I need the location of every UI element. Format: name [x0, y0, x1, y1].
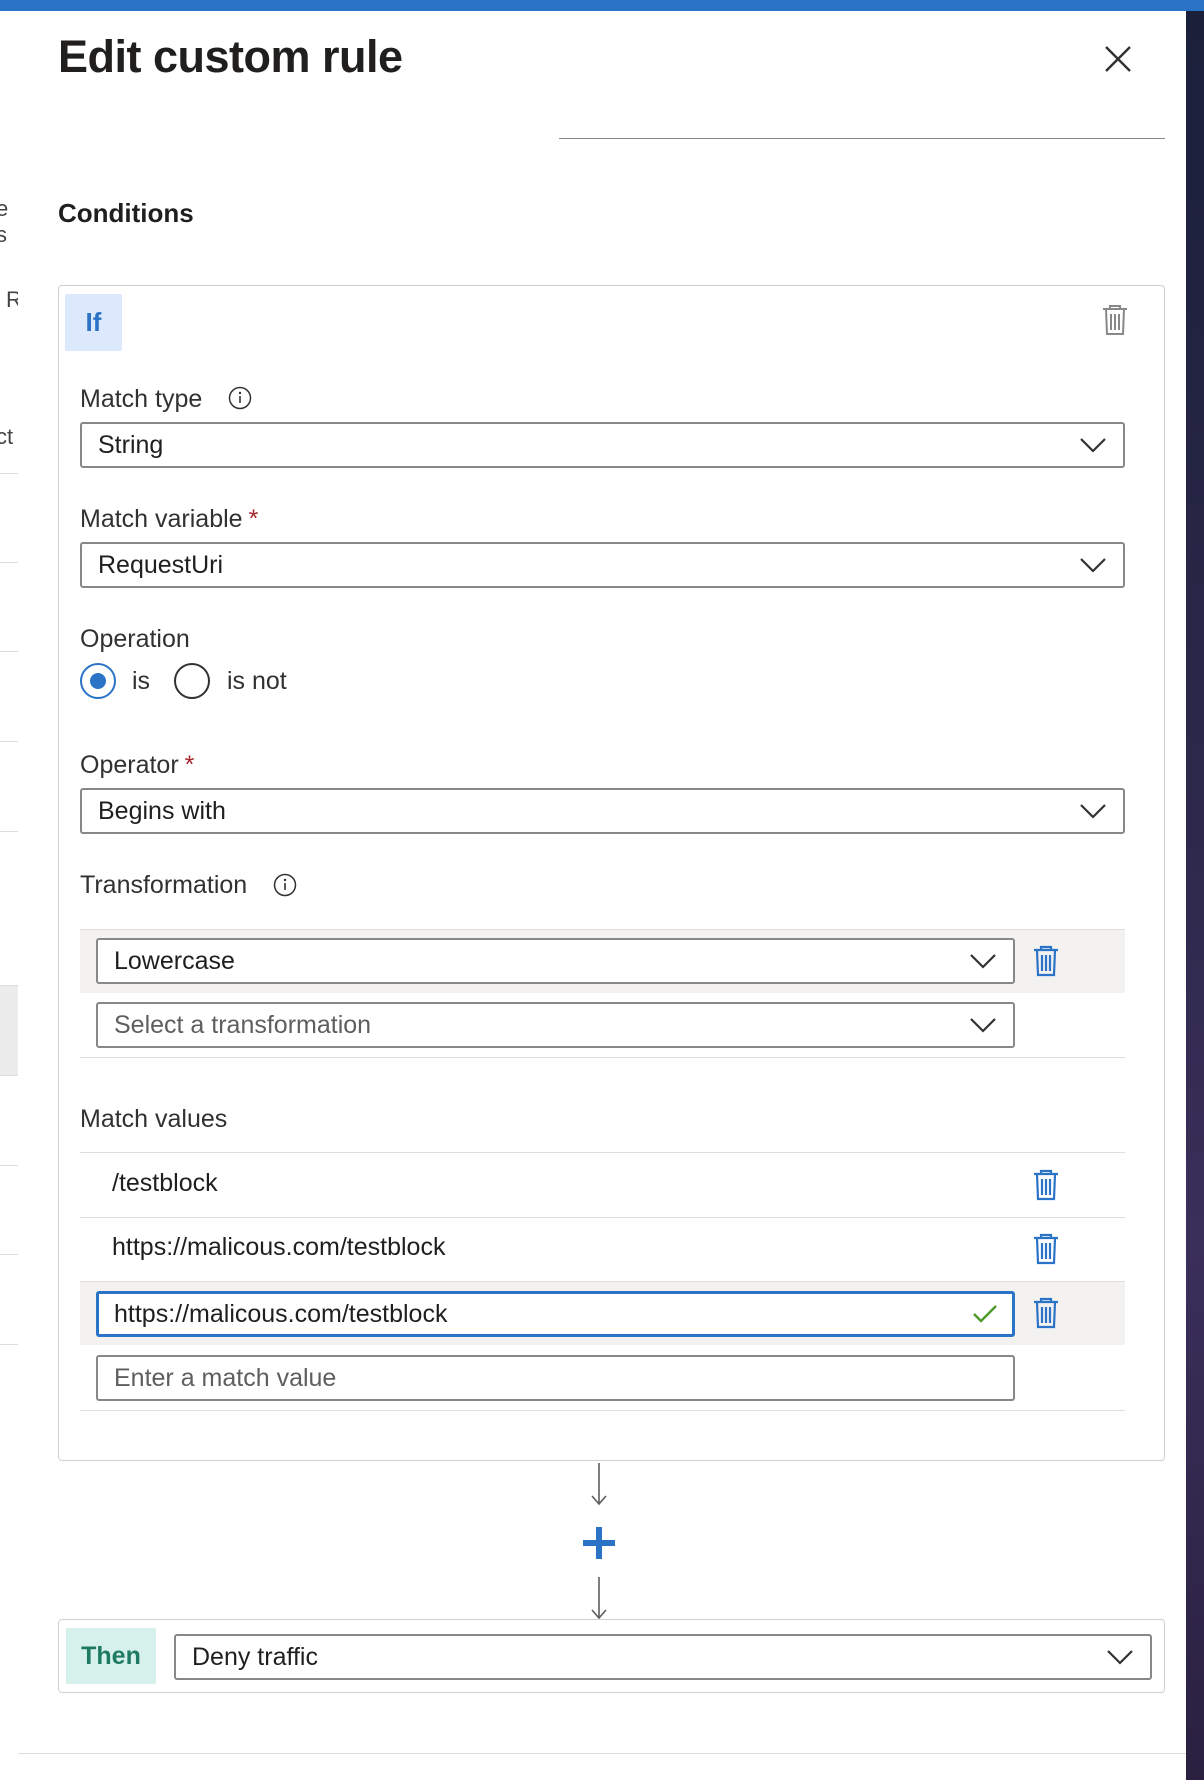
- transformation-placeholder: Select a transformation: [114, 1011, 372, 1039]
- background-divider: [0, 741, 18, 742]
- match-value-item[interactable]: https://malicous.com/testblock: [112, 1233, 445, 1262]
- input-underline: [559, 138, 1165, 139]
- then-badge: Then: [66, 1628, 156, 1684]
- divider: [80, 1281, 1125, 1282]
- delete-match-value-trash-icon[interactable]: [1031, 1232, 1061, 1266]
- background-text-fragment: ct: [0, 424, 14, 449]
- background-text-fragment: R: [6, 287, 18, 312]
- match-value-input-text: https://malicous.com/testblock: [114, 1300, 448, 1328]
- edit-custom-rule-panel: Edit custom rule Conditions If Match typ…: [18, 11, 1186, 1780]
- top-accent-bar: [0, 0, 1204, 11]
- divider: [80, 1217, 1125, 1218]
- info-icon[interactable]: [228, 386, 252, 410]
- conditions-heading: Conditions: [58, 198, 194, 228]
- background-divider: [0, 1344, 18, 1345]
- divider: [80, 929, 1125, 930]
- transformation-dropdown[interactable]: Lowercase: [96, 938, 1015, 984]
- match-variable-dropdown[interactable]: RequestUri: [80, 542, 1125, 588]
- delete-transformation-trash-icon[interactable]: [1031, 944, 1061, 978]
- background-text-fragment: e s: [0, 196, 9, 247]
- delete-condition-trash-icon[interactable]: [1100, 303, 1130, 337]
- transformation-label: Transformation: [80, 871, 248, 899]
- if-badge: If: [65, 294, 122, 351]
- background-selected-row: [0, 985, 18, 1075]
- chevron-down-icon: [1107, 1650, 1133, 1665]
- match-value-input[interactable]: https://malicous.com/testblock: [96, 1291, 1015, 1337]
- match-variable-label: Match variable *: [80, 505, 259, 533]
- panel-title: Edit custom rule: [58, 31, 403, 82]
- background-divider: [0, 831, 18, 832]
- background-divider: [0, 1165, 18, 1166]
- match-type-dropdown[interactable]: String: [80, 422, 1125, 468]
- background-divider: [0, 473, 18, 474]
- operation-is-label: is: [132, 667, 151, 695]
- background-divider: [0, 1075, 18, 1076]
- action-dropdown[interactable]: Deny traffic: [174, 1634, 1152, 1680]
- match-variable-value: RequestUri: [98, 551, 224, 579]
- action-value: Deny traffic: [192, 1643, 318, 1671]
- divider: [80, 1152, 1125, 1153]
- background-divider: [0, 562, 18, 563]
- divider: [80, 1057, 1125, 1058]
- close-icon[interactable]: [1100, 41, 1136, 77]
- divider: [80, 1410, 1125, 1411]
- operation-is-radio[interactable]: [80, 663, 116, 699]
- checkmark-icon: [973, 1305, 997, 1323]
- transformation-value: Lowercase: [114, 947, 235, 975]
- operator-dropdown[interactable]: Begins with: [80, 788, 1125, 834]
- delete-match-value-trash-icon[interactable]: [1031, 1296, 1061, 1330]
- background-divider: [0, 985, 18, 986]
- arrow-down-icon: [591, 1463, 607, 1506]
- chevron-down-icon: [1080, 804, 1106, 819]
- enter-match-value-input[interactable]: Enter a match value: [96, 1355, 1015, 1401]
- operator-label: Operator *: [80, 751, 195, 779]
- background-divider: [0, 651, 18, 652]
- background-divider: [0, 1254, 18, 1255]
- chevron-down-icon: [1080, 558, 1106, 573]
- footer-divider: [18, 1753, 1186, 1754]
- info-icon[interactable]: [273, 873, 297, 897]
- add-condition-plus-icon[interactable]: [581, 1525, 617, 1561]
- select-transformation-dropdown[interactable]: Select a transformation: [96, 1002, 1015, 1048]
- operation-label: Operation: [80, 625, 190, 653]
- chevron-down-icon: [1080, 438, 1106, 453]
- match-value-placeholder: Enter a match value: [114, 1364, 337, 1392]
- match-value-item[interactable]: /testblock: [112, 1169, 218, 1198]
- chevron-down-icon: [970, 1018, 996, 1033]
- operation-is-not-label: is not: [227, 667, 287, 695]
- background-page-edge: e s R ct: [0, 11, 18, 1780]
- operator-value: Begins with: [98, 797, 226, 825]
- match-type-label: Match type: [80, 385, 203, 413]
- chevron-down-icon: [970, 954, 996, 969]
- match-type-value: String: [98, 431, 164, 459]
- delete-match-value-trash-icon[interactable]: [1031, 1168, 1061, 1202]
- arrow-down-icon: [591, 1577, 607, 1620]
- operation-is-not-radio[interactable]: [174, 663, 210, 699]
- match-values-label: Match values: [80, 1105, 228, 1133]
